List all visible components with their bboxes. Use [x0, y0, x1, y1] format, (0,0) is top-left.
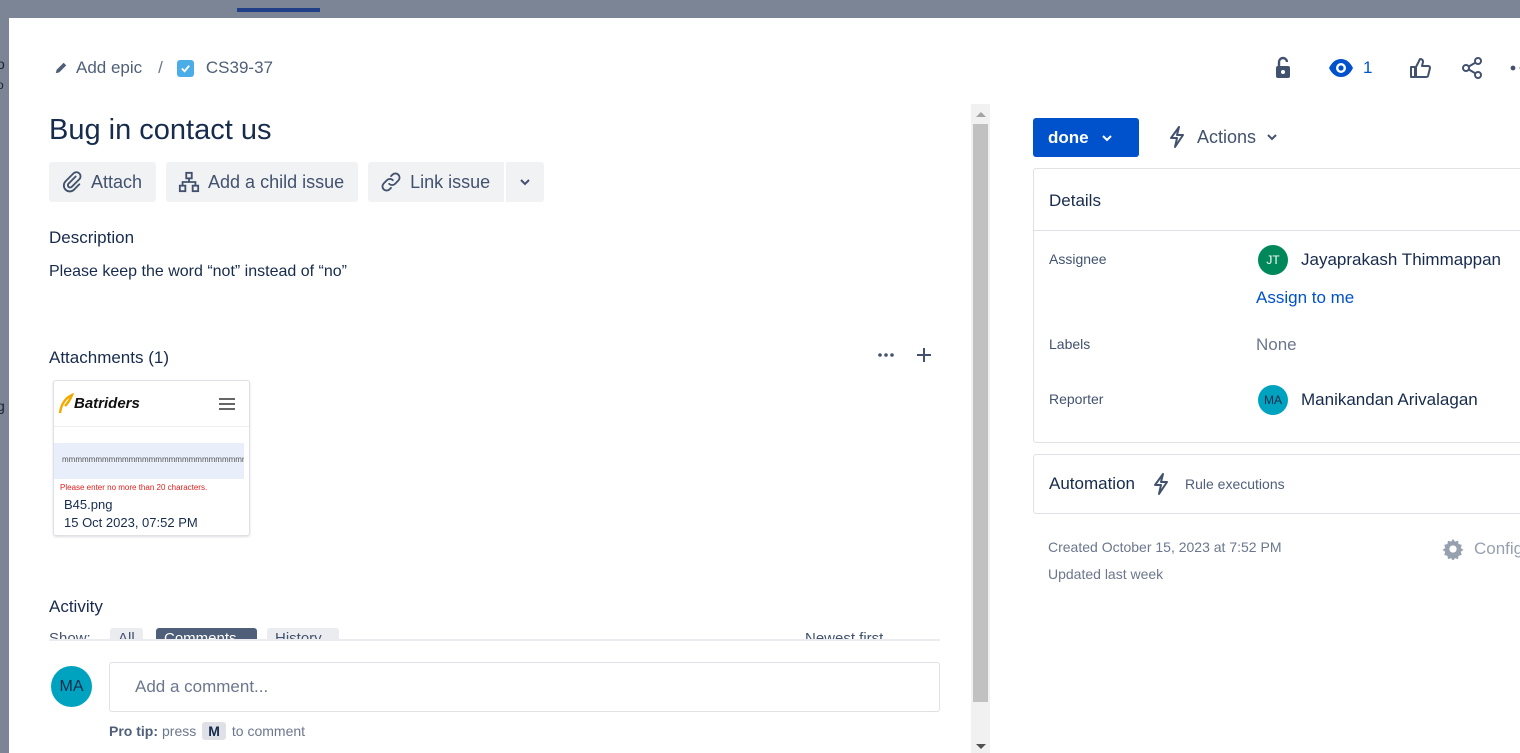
issue-title[interactable]: Bug in contact us: [49, 114, 271, 147]
breadcrumb: Add epic / CS39-37: [54, 58, 273, 78]
link-issue-button[interactable]: Link issue: [368, 162, 505, 202]
created-timestamp: Created October 15, 2023 at 7:52 PM: [1048, 539, 1282, 555]
issue-toolbar: Attach Add a child issue Link issue: [49, 162, 554, 202]
actions-button[interactable]: Actions: [1167, 125, 1278, 149]
avatar: MA: [1258, 385, 1288, 415]
details-heading[interactable]: Details: [1034, 169, 1520, 231]
reporter-label: Reporter: [1049, 391, 1104, 407]
background-page-edge: o o g: [0, 18, 9, 753]
more-options-icon[interactable]: [877, 352, 895, 358]
add-epic-link[interactable]: Add epic: [54, 58, 142, 78]
issue-key-link[interactable]: CS39-37: [206, 58, 273, 78]
watch-count[interactable]: 1: [1363, 58, 1372, 78]
attachment-preview-logo: Batriders: [56, 392, 140, 415]
lightning-icon: [1154, 473, 1168, 495]
background-header: [0, 0, 1520, 18]
activity-divider: [49, 639, 940, 641]
pro-tip-label: Pro tip:: [109, 723, 158, 739]
lock-icon[interactable]: [1269, 54, 1297, 82]
link-issue-label: Link issue: [410, 171, 491, 192]
hierarchy-icon: [178, 171, 200, 193]
scroll-down-arrow-icon[interactable]: [976, 744, 986, 749]
comment-input[interactable]: Add a comment...: [109, 662, 940, 712]
scrollbar-thumb[interactable]: [973, 124, 988, 702]
updated-timestamp: Updated last week: [1048, 566, 1164, 582]
scroll-up-arrow-icon[interactable]: [976, 112, 986, 117]
more-toolbar-dropdown[interactable]: [504, 162, 545, 202]
pencil-icon: [55, 62, 67, 74]
pro-tip: Pro tip: press M to comment: [109, 722, 305, 740]
hamburger-menu-icon: [219, 397, 235, 410]
attachment-preview-header: Batriders: [54, 381, 249, 427]
add-child-issue-button[interactable]: Add a child issue: [166, 162, 359, 202]
chevron-down-icon: [1101, 134, 1112, 141]
status-dropdown-button[interactable]: done: [1033, 118, 1139, 157]
chevron-down-icon: [520, 179, 530, 186]
share-icon[interactable]: [1458, 54, 1486, 82]
add-child-issue-label: Add a child issue: [208, 171, 345, 192]
avatar: MA: [51, 666, 92, 707]
link-icon: [381, 172, 401, 192]
automation-heading: Automation: [1049, 474, 1135, 493]
issue-header-actions: 1: [1269, 54, 1520, 82]
attachment-card[interactable]: Batriders mmmmmmmmmmmmmmmmmmmmmmmmmmmmmm…: [53, 380, 250, 536]
reporter-field[interactable]: MA Manikandan Arivalagan: [1258, 385, 1478, 415]
thumbs-up-icon[interactable]: [1406, 54, 1434, 82]
breadcrumb-separator: /: [158, 58, 163, 77]
background-text-fragment: g: [0, 398, 5, 414]
chevron-down-icon: [1267, 134, 1277, 141]
add-icon[interactable]: [915, 346, 933, 364]
attachments-heading: Attachments (1): [49, 348, 169, 367]
actions-label: Actions: [1197, 126, 1257, 147]
background-text-fragment: o: [0, 78, 4, 92]
brand-feather-icon: [58, 392, 74, 413]
lightning-icon: [1170, 126, 1184, 148]
background-text-fragment: o: [0, 56, 5, 72]
description-heading: Description: [49, 228, 135, 247]
keyboard-shortcut-key: M: [202, 722, 226, 740]
reporter-name: Manikandan Arivalagan: [1301, 390, 1478, 409]
avatar: JT: [1258, 245, 1288, 275]
more-options-icon[interactable]: [1508, 54, 1520, 82]
details-panel: Details Assignee JT Jayaprakash Thimmapp…: [1033, 168, 1520, 443]
issue-modal: Add epic / CS39-37 1 Bug in contact us A…: [9, 18, 1520, 753]
assign-to-me-link[interactable]: Assign to me: [1256, 288, 1354, 308]
assignee-field[interactable]: JT Jayaprakash Thimmappan: [1258, 245, 1501, 275]
attachments-tools: [877, 346, 933, 364]
pro-tip-suffix: to comment: [231, 723, 306, 739]
content-scrollbar[interactable]: [971, 104, 990, 753]
rule-executions-label: Rule executions: [1185, 476, 1285, 492]
configure-button[interactable]: Configure: [1442, 538, 1520, 560]
eye-icon[interactable]: [1327, 54, 1355, 82]
automation-panel[interactable]: Automation Rule executions: [1033, 454, 1520, 514]
description-text[interactable]: Please keep the word “not” instead of “n…: [49, 263, 347, 281]
attach-label: Attach: [91, 171, 143, 192]
activity-heading: Activity: [49, 597, 103, 616]
attachment-preview-field: mmmmmmmmmmmmmmmmmmmmmmmmmmmmmm: [54, 443, 244, 479]
background-active-tab-indicator: [237, 8, 320, 12]
attachment-date: 15 Oct 2023, 07:52 PM: [64, 515, 198, 530]
attachment-preview-brand: Batriders: [74, 395, 140, 412]
assignee-label: Assignee: [1049, 251, 1107, 267]
labels-field[interactable]: None: [1256, 335, 1297, 355]
attachment-filename: B45.png: [64, 497, 113, 512]
task-type-icon[interactable]: [176, 59, 194, 77]
paperclip-icon: [62, 171, 82, 193]
pro-tip-press: press: [162, 723, 197, 739]
gear-icon: [1442, 538, 1464, 560]
status-label: done: [1048, 127, 1089, 147]
assignee-name: Jayaprakash Thimmappan: [1301, 250, 1502, 269]
configure-label: Configure: [1474, 539, 1520, 558]
attach-button[interactable]: Attach: [49, 162, 157, 202]
add-epic-label: Add epic: [76, 58, 143, 77]
labels-label: Labels: [1049, 336, 1091, 352]
attachment-preview-error: Please enter no more than 20 characters.: [60, 483, 208, 492]
